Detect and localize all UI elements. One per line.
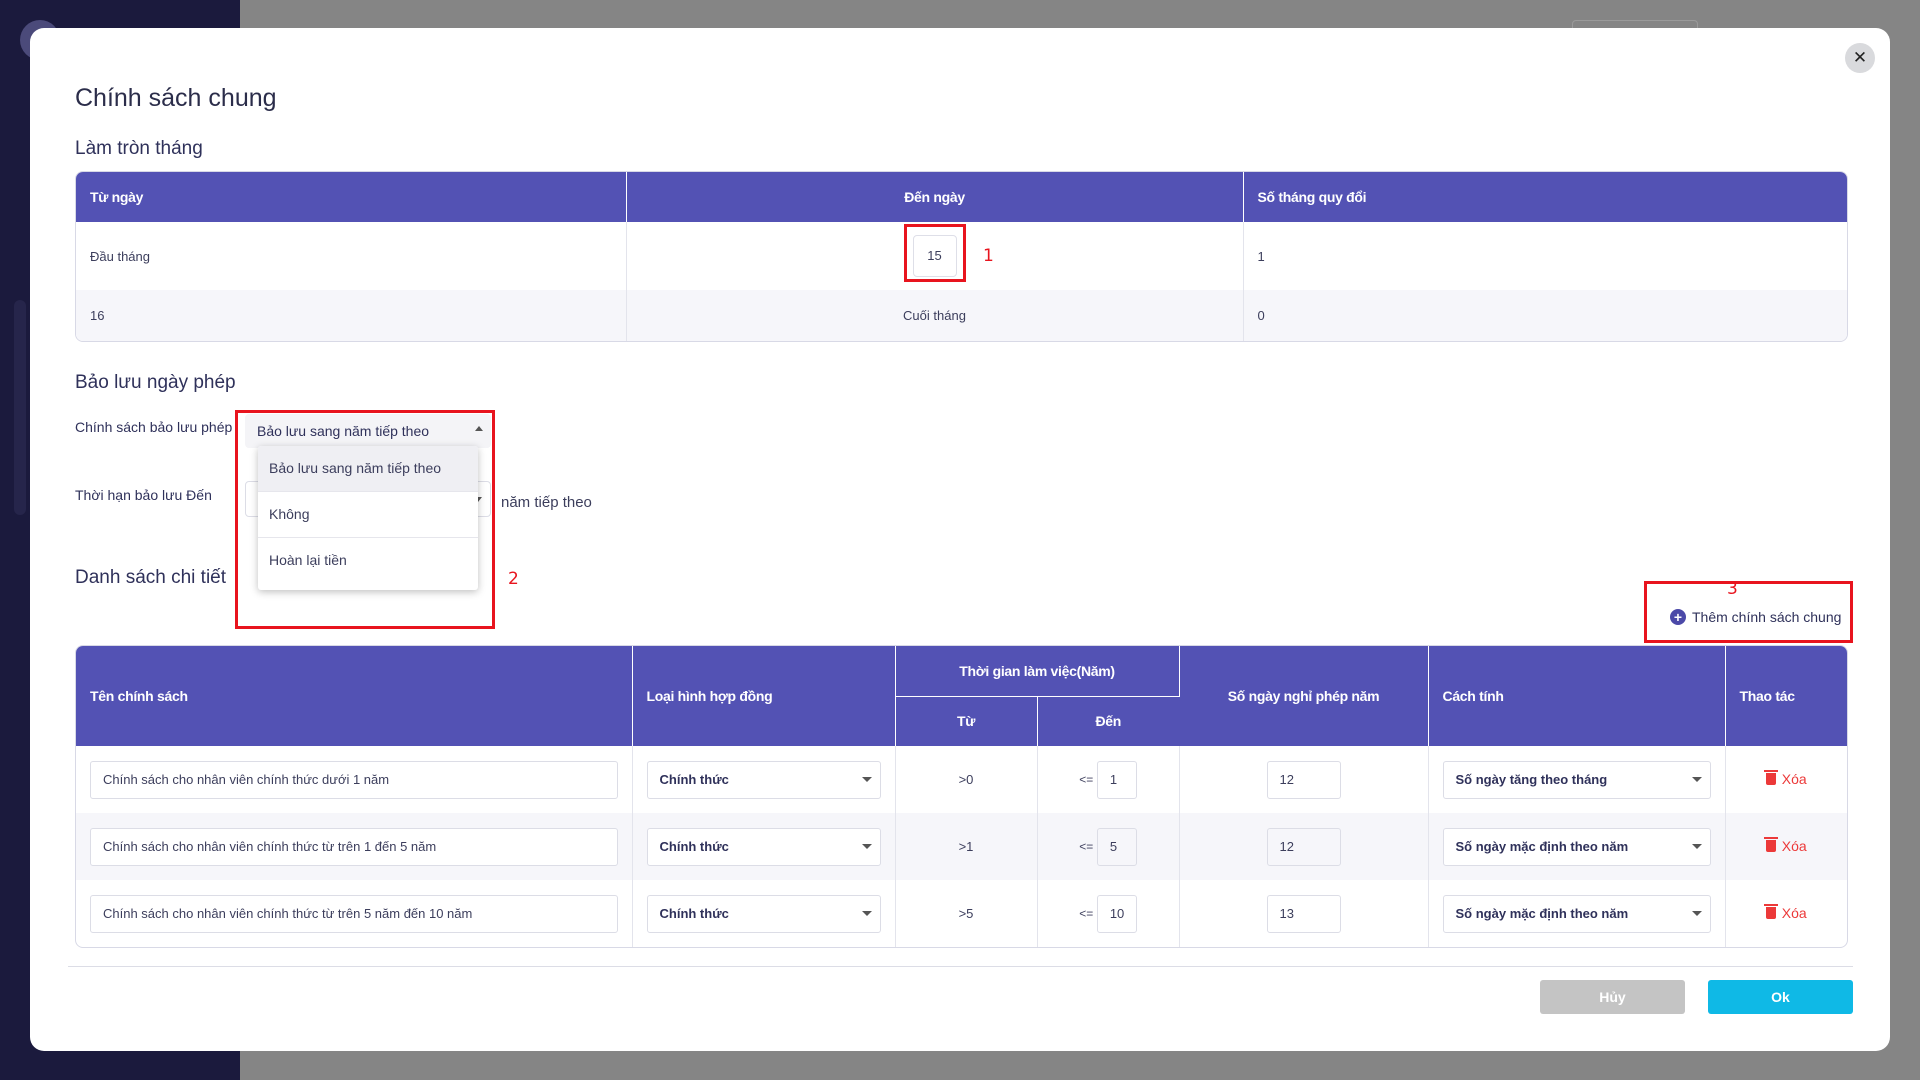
header-from-year: Từ [895,696,1038,746]
footer-divider [68,966,1853,967]
header-to-year: Đến [1037,696,1180,746]
add-policy-label: Thêm chính sách chung [1692,609,1842,625]
contract-type-value: Chính thức [659,771,729,787]
from-day-cell: Đầu tháng [76,222,627,290]
chevron-down-icon [1691,910,1702,916]
chevron-down-icon [861,843,872,849]
months-cell: 1 [1257,248,1265,264]
header-policy-name: Tên chính sách [76,646,633,746]
annotation-box-2 [235,410,495,629]
policy-modal: ✕ Chính sách chung Làm tròn tháng Từ ngà… [30,28,1890,1051]
delete-button[interactable]: Xóa [1763,770,1807,787]
chevron-down-icon [1691,843,1702,849]
months-cell: 0 [1243,290,1847,341]
annotation-label-2: 2 [508,569,519,589]
method-value: Số ngày mặc định theo năm [1455,905,1629,921]
carryover-section-title: Bảo lưu ngày phép [75,372,236,393]
year-to-input[interactable]: 10 [1096,894,1137,933]
contract-type-value: Chính thức [659,838,729,854]
add-policy-button[interactable]: + Thêm chính sách chung [1670,609,1841,625]
header-from-day: Từ ngày [76,172,627,222]
background-sidebar-strip [14,300,26,515]
delete-button[interactable]: Xóa [1763,904,1807,921]
deadline-label: Thời hạn bảo lưu Đến [75,487,212,503]
delete-label: Xóa [1781,905,1807,921]
contract-type-value: Chính thức [659,905,729,921]
from-day-cell: 16 [76,290,627,341]
policy-name-input[interactable]: Chính sách cho nhân viên chính thức từ t… [90,894,618,933]
leave-days-input[interactable]: 12 [1266,827,1341,866]
table-row: Chính sách cho nhân viên chính thức dưới… [76,746,1847,813]
delete-label: Xóa [1781,838,1807,854]
table-row: 16 Cuối tháng 0 [76,290,1847,341]
year-to-input[interactable]: 5 [1096,827,1137,866]
table-row: Chính sách cho nhân viên chính thức từ t… [76,880,1847,947]
header-months: Số tháng quy đổi [1243,172,1847,222]
header-contract-type: Loại hình hợp đồng [632,646,896,746]
policy-label: Chính sách bảo lưu phép [75,419,233,435]
policy-name-input[interactable]: Chính sách cho nhân viên chính thức dưới… [90,760,618,799]
method-select[interactable]: Số ngày tăng theo tháng [1442,760,1711,799]
trash-icon [1763,770,1778,785]
trash-icon [1763,837,1778,852]
operator-label: <= [1079,905,1094,920]
header-to-day: Đến ngày [626,172,1244,222]
delete-button[interactable]: Xóa [1763,837,1807,854]
leave-days-input[interactable]: 13 [1266,894,1341,933]
close-icon[interactable]: ✕ [1845,43,1875,73]
header-leave-days: Số ngày nghỉ phép năm [1179,646,1429,746]
modal-title: Chính sách chung [75,84,277,112]
table-row: Chính sách cho nhân viên chính thức từ t… [76,813,1847,880]
contract-type-select[interactable]: Chính thức [646,894,881,933]
chevron-down-icon [861,776,872,782]
annotation-box-1 [904,224,966,282]
annotation-label-1: 1 [983,246,994,266]
header-method: Cách tính [1428,646,1726,746]
chevron-down-icon [1691,776,1702,782]
deadline-suffix: năm tiếp theo [501,494,592,511]
header-actions: Thao tác [1725,646,1847,746]
trash-icon [1763,904,1778,919]
operator-label: <= [1079,838,1094,853]
method-select[interactable]: Số ngày mặc định theo năm [1442,894,1711,933]
to-day-cell: Cuối tháng [626,290,1244,341]
leave-days-input[interactable]: 12 [1266,760,1341,799]
chevron-down-icon [861,910,872,916]
rounding-section-title: Làm tròn tháng [75,138,203,159]
plus-icon: + [1670,609,1686,625]
operator-label: <= [1079,771,1094,786]
details-table: Tên chính sách Loại hình hợp đồng Thời g… [75,645,1848,948]
contract-type-select[interactable]: Chính thức [646,827,881,866]
contract-type-select[interactable]: Chính thức [646,760,881,799]
delete-label: Xóa [1781,771,1807,787]
policy-name-input[interactable]: Chính sách cho nhân viên chính thức từ t… [90,827,618,866]
year-from-cell: >5 [895,880,1038,947]
ok-button[interactable]: Ok [1708,980,1853,1014]
method-value: Số ngày tăng theo tháng [1455,771,1608,787]
method-select[interactable]: Số ngày mặc định theo năm [1442,827,1711,866]
year-to-input[interactable]: 1 [1096,760,1137,799]
method-value: Số ngày mặc định theo năm [1455,838,1629,854]
year-from-cell: >1 [895,813,1038,880]
header-work-time: Thời gian làm việc(Năm) [895,646,1180,697]
cancel-button[interactable]: Hủy [1540,980,1685,1014]
details-section-title: Danh sách chi tiết [75,567,227,588]
year-from-cell: >0 [895,746,1038,813]
